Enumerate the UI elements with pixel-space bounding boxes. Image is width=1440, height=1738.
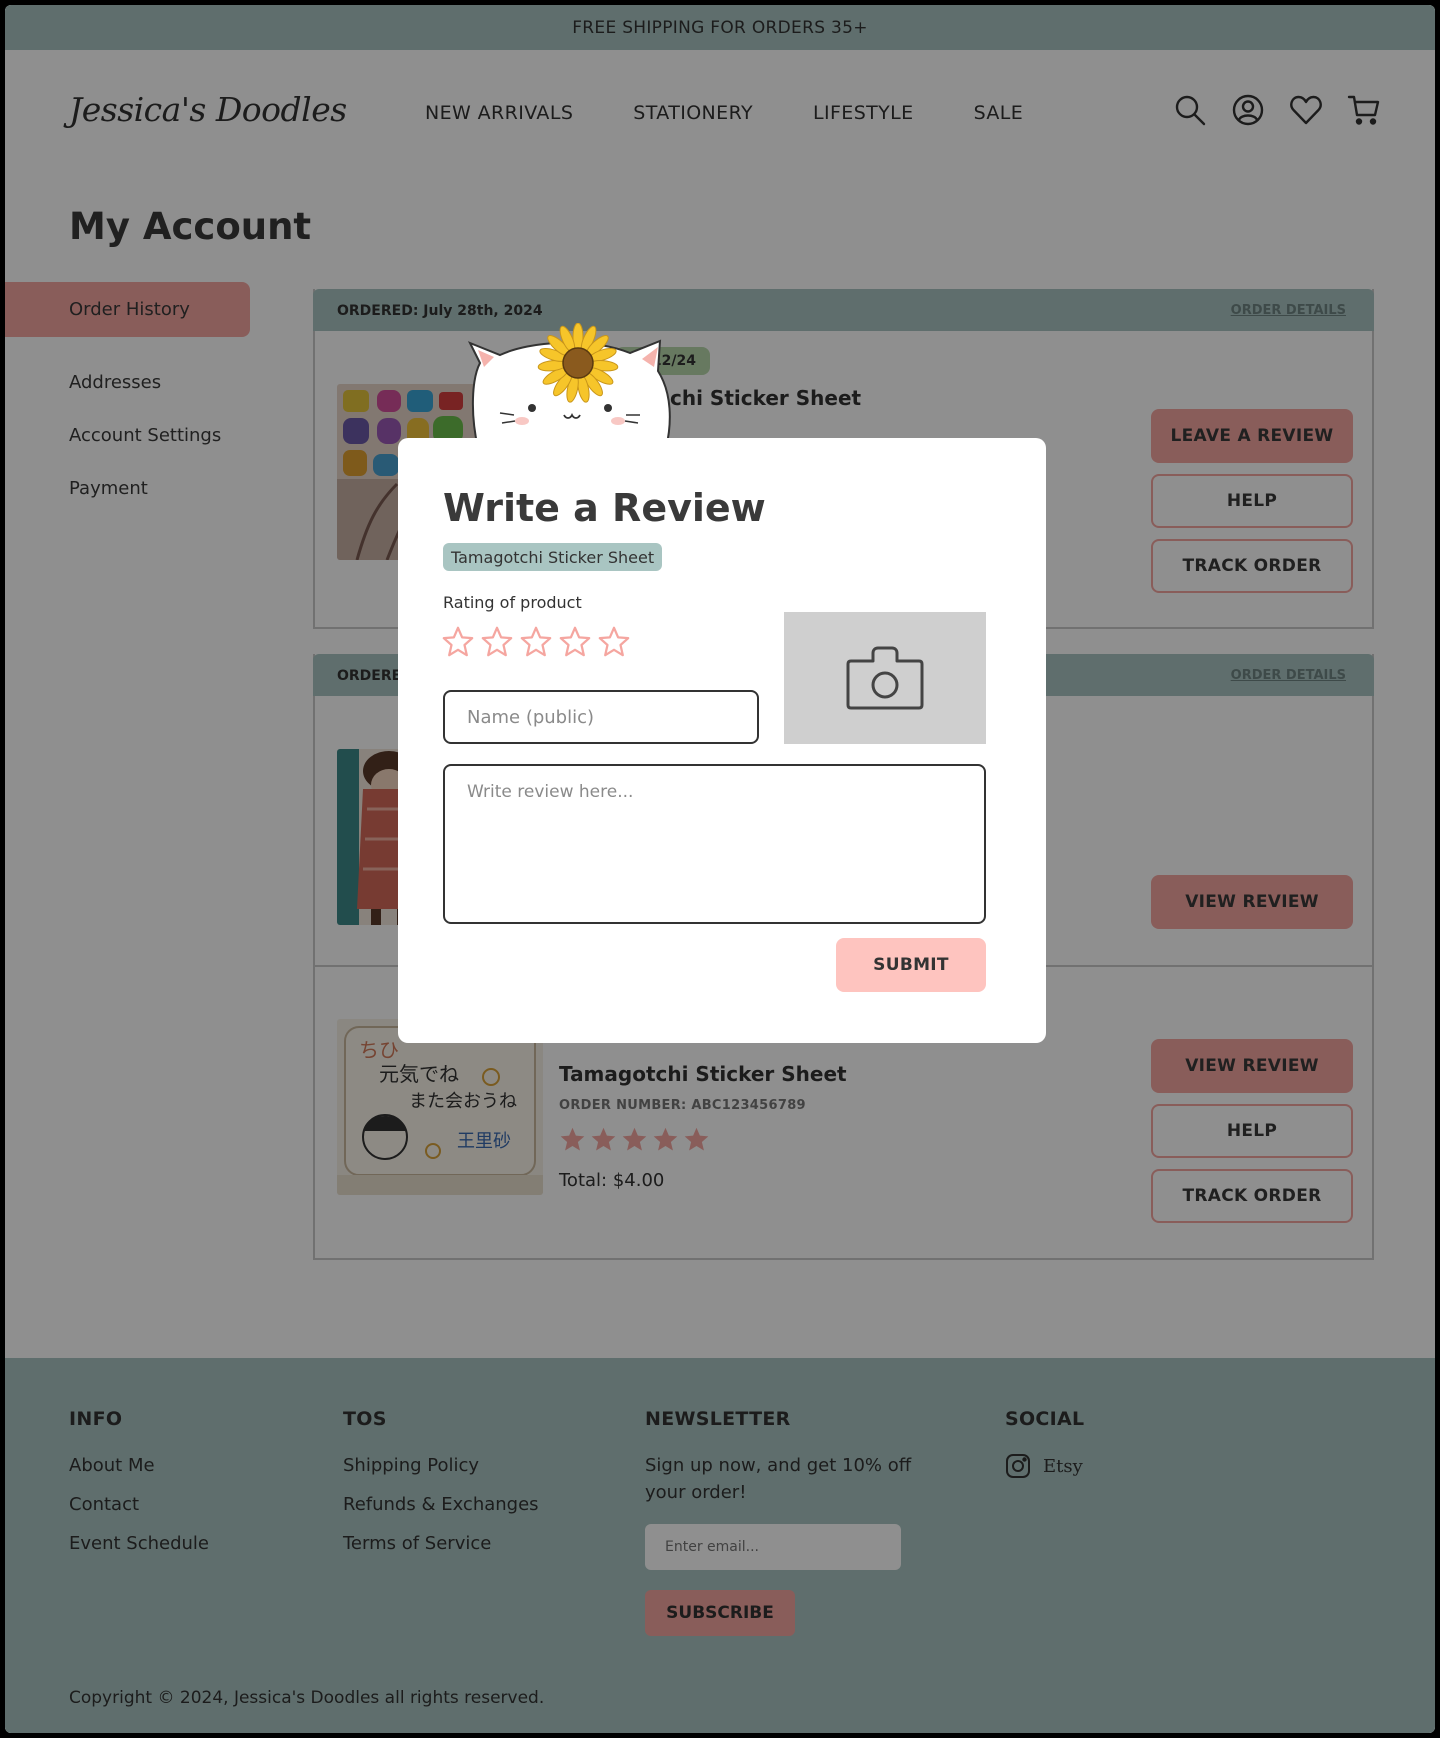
star-outline-icon[interactable] (480, 625, 514, 659)
reviewer-name-input[interactable] (443, 690, 759, 744)
product-tag: Tamagotchi Sticker Sheet (443, 543, 663, 571)
camera-icon (846, 646, 924, 710)
submit-button[interactable]: SUBMIT (836, 938, 986, 992)
modal-title: Write a Review (443, 486, 766, 530)
star-outline-icon[interactable] (558, 625, 592, 659)
star-outline-icon[interactable] (441, 625, 475, 659)
review-textarea[interactable] (443, 764, 986, 924)
star-outline-icon[interactable] (519, 625, 553, 659)
rating-label: Rating of product (443, 593, 582, 612)
cat-mascot-illustration (467, 323, 671, 448)
rating-input (441, 625, 631, 659)
page-frame: FREE SHIPPING FOR ORDERS 35+ Jessica's D… (5, 5, 1435, 1733)
write-review-modal: Write a Review Tamagotchi Sticker Sheet … (398, 438, 1046, 1043)
star-outline-icon[interactable] (597, 625, 631, 659)
photo-upload-button[interactable] (784, 612, 986, 744)
product-tag-label: Tamagotchi Sticker Sheet (451, 547, 655, 567)
